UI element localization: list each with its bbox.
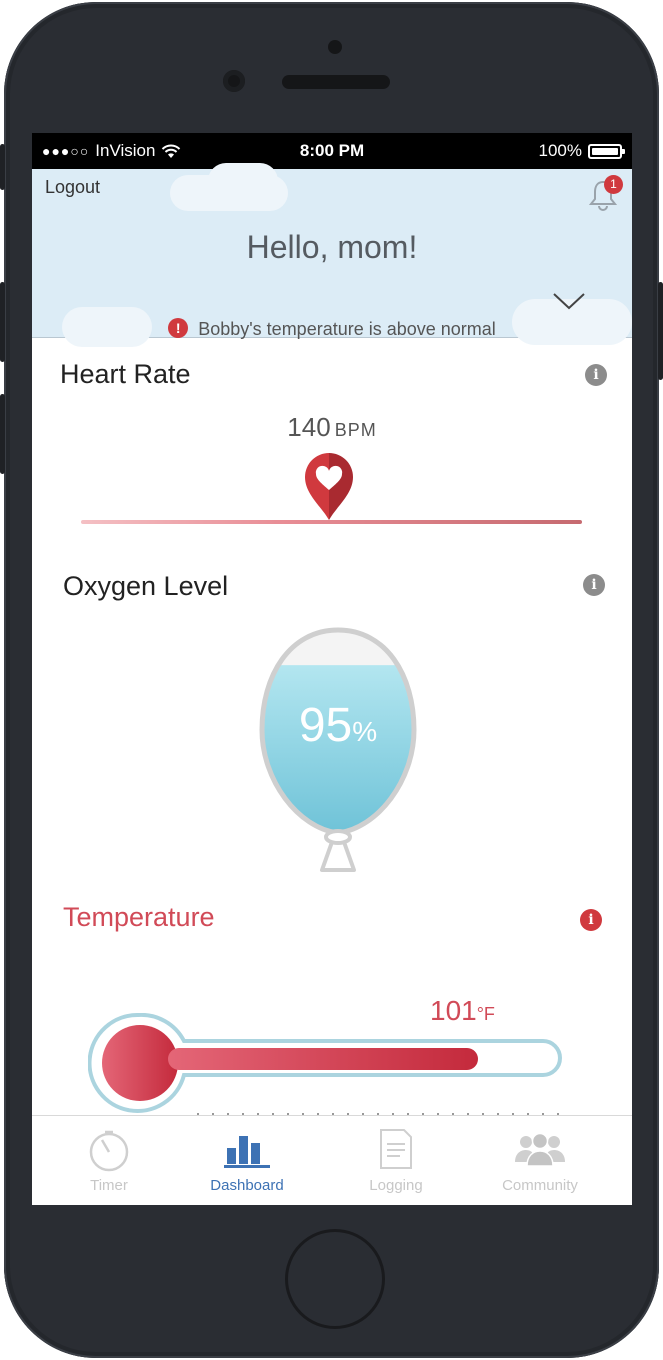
temperature-title: Temperature (63, 902, 215, 932)
document-icon (380, 1129, 412, 1169)
power-button (658, 282, 663, 380)
earpiece-speaker (282, 75, 390, 89)
oxygen-level-title: Oxygen Level (63, 571, 229, 601)
proximity-sensor (328, 40, 342, 54)
info-icon[interactable]: i (583, 574, 605, 596)
carrier-name: InVision (95, 141, 156, 160)
heart-rate-readout: 140 BPM (32, 412, 632, 443)
tab-label: Community (502, 1177, 578, 1194)
temperature-alert: ! Bobby's temperature is above normal (32, 318, 632, 340)
tab-label: Logging (369, 1177, 423, 1194)
heart-rate-title: Heart Rate (60, 359, 191, 389)
tab-dashboard[interactable]: Dashboard (172, 1116, 322, 1205)
signal-strength-icon: ●●●○○ (42, 143, 90, 159)
volume-down-button (0, 394, 5, 474)
dashboard-bars-icon (224, 1136, 270, 1168)
battery-percent: 100% (538, 141, 582, 160)
volume-up-button (0, 282, 5, 362)
heart-rate-unit: BPM (334, 420, 377, 440)
alert-icon: ! (168, 318, 189, 339)
timer-icon (89, 1130, 129, 1172)
tab-label: Dashboard (210, 1177, 284, 1194)
tab-community[interactable]: Community (465, 1116, 615, 1205)
status-bar: ●●●○○ InVision 8:00 PM 100% (32, 133, 632, 169)
heart-pin-icon[interactable] (303, 450, 355, 522)
greeting-header: Logout 1 Hello, mom! ! Bobby's temperatur… (32, 163, 632, 347)
front-camera (223, 70, 245, 92)
tab-timer[interactable]: Timer (34, 1116, 184, 1205)
oxygen-value: 95 (298, 699, 353, 752)
cloud-decoration (208, 163, 278, 199)
heart-rate-value: 140 (287, 412, 331, 442)
tab-label: Timer (90, 1177, 128, 1194)
logout-button[interactable]: Logout (45, 177, 100, 198)
people-icon (515, 1132, 565, 1167)
alert-text: Bobby's temperature is above normal (198, 319, 496, 339)
battery-icon (588, 143, 625, 159)
oxygen-unit: % (352, 716, 378, 747)
tab-logging[interactable]: Logging (321, 1116, 471, 1205)
tab-bar: Timer Dashboard Logging Community (32, 1115, 632, 1205)
app-screen: ●●●○○ InVision 8:00 PM 100% Logout 1 Hel… (32, 133, 632, 1205)
notification-badge: 1 (604, 175, 623, 194)
info-icon[interactable]: i (580, 909, 602, 931)
oxygen-readout: 95% (250, 698, 426, 753)
chevron-down-icon[interactable] (552, 291, 586, 311)
info-icon[interactable]: i (585, 364, 607, 386)
wifi-icon (162, 144, 181, 158)
home-button[interactable] (285, 1229, 385, 1329)
thermometer (88, 1013, 562, 1123)
mute-switch (0, 144, 5, 190)
greeting-title: Hello, mom! (246, 229, 418, 265)
